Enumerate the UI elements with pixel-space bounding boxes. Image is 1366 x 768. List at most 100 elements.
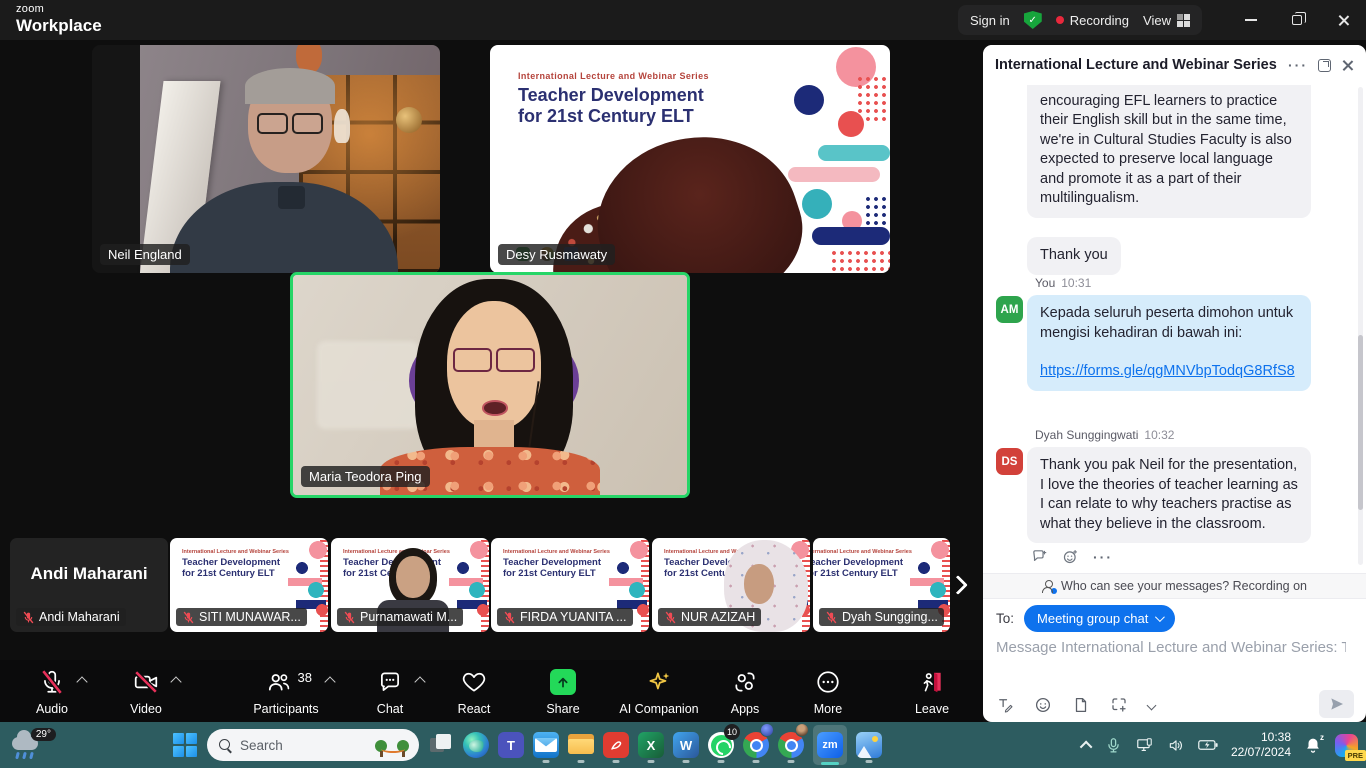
camera-off-icon	[133, 669, 159, 695]
audio-button[interactable]: Audio	[16, 668, 88, 716]
view-button[interactable]: View	[1143, 13, 1190, 28]
strip-tile-firda[interactable]: International Lecture and Webinar Series…	[491, 538, 649, 632]
send-button[interactable]	[1319, 690, 1354, 718]
send-to-dropdown[interactable]: Meeting group chat	[1024, 605, 1175, 632]
strip-tile-dyah[interactable]: International Lecture and Webinar Series…	[813, 538, 950, 632]
video-button[interactable]: Video	[108, 668, 184, 716]
temperature-badge: 29°	[31, 728, 56, 741]
video-tile-neil-england[interactable]: Neil England	[92, 45, 440, 273]
chat-scrollbar-thumb[interactable]	[1358, 335, 1363, 510]
maria-mouth	[482, 400, 508, 415]
muted-mic-icon	[825, 611, 838, 624]
muted-mic-icon	[343, 611, 356, 624]
chat-more-icon[interactable]: ···	[1288, 57, 1308, 73]
neil-collar	[278, 186, 305, 209]
message-actions: ···	[1031, 548, 1113, 565]
security-shield-icon[interactable]	[1024, 11, 1042, 29]
taskbar-clock[interactable]: 10:38 22/07/2024	[1231, 730, 1291, 760]
edge-app[interactable]	[463, 727, 489, 763]
to-label: To:	[996, 611, 1014, 626]
search-highlight-image[interactable]	[373, 733, 413, 757]
chat-popout-icon[interactable]	[1318, 59, 1331, 72]
slide-kicker: International Lecture and Webinar Series	[813, 549, 912, 555]
avatar-am[interactable]: AM	[996, 296, 1023, 323]
avatar-ds[interactable]: DS	[996, 448, 1023, 475]
mail-app[interactable]	[533, 727, 559, 763]
more-button[interactable]: More	[794, 668, 862, 716]
mail-icon	[533, 732, 559, 758]
profile-avatar	[760, 723, 774, 737]
taskbar-search[interactable]: Search	[207, 729, 419, 761]
sign-in-button[interactable]: Sign in	[970, 13, 1010, 28]
tray-display-icon[interactable]	[1135, 737, 1154, 754]
chevron-right-icon	[948, 575, 968, 595]
restore-button[interactable]	[1274, 0, 1320, 40]
excel-app[interactable]: X	[638, 727, 664, 763]
attach-file-icon[interactable]	[1072, 696, 1090, 714]
attendance-form-link[interactable]: https://forms.gle/qgMNVbpTodqG8RfS8	[1040, 363, 1295, 379]
chat-message-bubble: Kepada seluruh peserta dimohon untuk men…	[1027, 295, 1311, 391]
chat-icon	[377, 669, 403, 695]
chat-button[interactable]: Chat	[356, 668, 424, 716]
emoji-icon[interactable]	[1034, 696, 1052, 714]
tray-mic-icon[interactable]	[1105, 737, 1122, 754]
word-app[interactable]: W	[673, 727, 699, 763]
apps-button[interactable]: Apps	[712, 668, 778, 716]
chat-message-input[interactable]	[996, 639, 1346, 656]
name-tag: Neil England	[100, 244, 190, 265]
react-label: React	[442, 702, 506, 716]
file-explorer-app[interactable]	[568, 727, 594, 763]
teams-app[interactable]: T	[498, 727, 524, 763]
chat-privacy-notice[interactable]: Who can see your messages? Recording on	[983, 573, 1366, 599]
strip-tile-siti[interactable]: International Lecture and Webinar Series…	[170, 538, 328, 632]
screen: zoom Workplace Sign in Recording View	[0, 0, 1366, 768]
leave-button[interactable]: Leave	[896, 668, 968, 716]
video-tile-desy-rusmawaty[interactable]: International Lecture and Webinar Series…	[490, 45, 890, 273]
send-to-row: To: Meeting group chat	[996, 605, 1175, 632]
filmstrip-next-button[interactable]	[944, 560, 972, 610]
zoom-app-active[interactable]: zm	[813, 725, 847, 765]
participants-icon	[266, 669, 292, 695]
screenshot-icon[interactable]	[1110, 696, 1128, 714]
photos-app[interactable]	[856, 727, 882, 763]
reply-icon[interactable]	[1031, 548, 1048, 565]
ai-companion-button[interactable]: AI Companion	[606, 668, 712, 716]
message-text: we should balance between encouraging EF…	[1040, 73, 1292, 206]
minimize-button[interactable]	[1228, 0, 1274, 40]
copilot-icon[interactable]: PRE	[1335, 734, 1358, 757]
hidden-icons-chevron[interactable]	[1080, 740, 1093, 753]
whatsapp-app[interactable]: 10	[708, 727, 734, 763]
share-button[interactable]: Share	[528, 668, 598, 716]
folder-icon	[568, 734, 594, 756]
chat-close-icon[interactable]	[1341, 59, 1354, 72]
format-text-icon[interactable]	[996, 696, 1014, 714]
strip-tile-andi-maharani[interactable]: Andi Maharani Andi Maharani	[10, 538, 168, 632]
recording-indicator[interactable]: Recording	[1056, 13, 1129, 28]
tray-battery-icon[interactable]	[1198, 737, 1218, 753]
notification-bell-icon[interactable]: z	[1304, 736, 1322, 754]
add-reaction-icon[interactable]	[1062, 548, 1079, 565]
strip-tile-purnamawati[interactable]: International Lecture and Webinar Series…	[331, 538, 489, 632]
start-button[interactable]	[172, 727, 198, 763]
teams-icon: T	[498, 732, 524, 758]
participants-button[interactable]: 38 Participants	[238, 668, 334, 716]
weather-widget[interactable]: 29°	[10, 728, 56, 762]
compose-more-caret[interactable]	[1147, 700, 1157, 710]
task-view-button[interactable]	[428, 727, 454, 763]
tray-volume-icon[interactable]	[1167, 737, 1185, 754]
chrome-profile2-app[interactable]	[778, 727, 804, 763]
chrome-profile1-app[interactable]	[743, 727, 769, 763]
heart-icon	[461, 669, 487, 695]
message-text: Kepada seluruh peserta dimohon untuk men…	[1040, 305, 1293, 341]
react-button[interactable]: React	[442, 668, 506, 716]
recording-label: Recording	[1070, 13, 1129, 28]
acrobat-app[interactable]	[603, 727, 629, 763]
zoom-workplace-logo: zoom Workplace	[16, 4, 102, 34]
message-more-icon[interactable]: ···	[1093, 549, 1113, 565]
close-button[interactable]	[1320, 0, 1366, 40]
strip-tile-nur-azizah[interactable]: International Lecture and Webinar Series…	[652, 538, 810, 632]
chat-label: Chat	[356, 702, 424, 716]
video-tile-maria-teodora-ping-active-speaker[interactable]: Maria Teodora Ping	[290, 272, 690, 498]
apps-icon	[732, 669, 758, 695]
message-header: Dyah Sunggingwati10:32	[1035, 428, 1174, 442]
